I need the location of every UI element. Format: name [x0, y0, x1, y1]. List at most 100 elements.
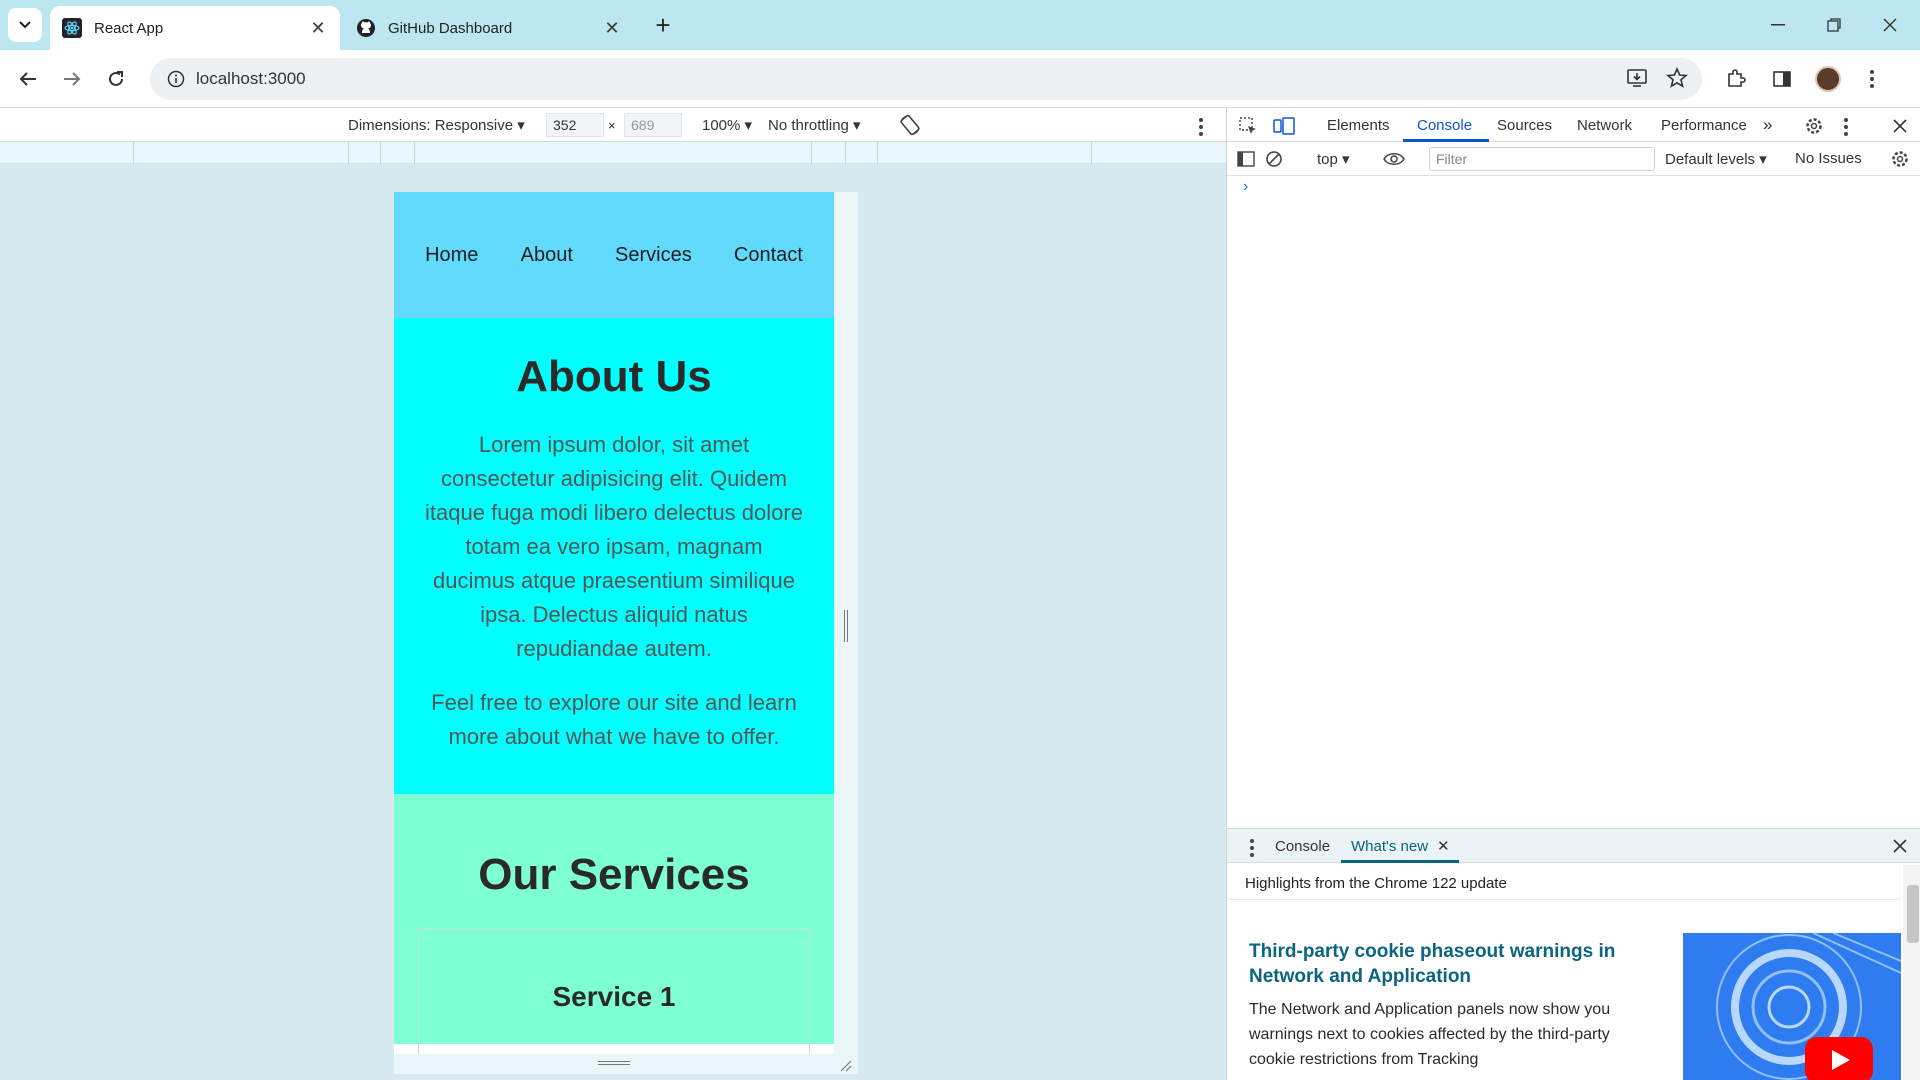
more-tabs-icon[interactable]: » [1763, 115, 1772, 135]
tab-search-button[interactable] [8, 8, 42, 42]
zoom-label: 100% [702, 117, 741, 134]
console-prompt[interactable]: › [1243, 178, 1248, 196]
browser-toolbar: localhost:3000 [0, 50, 1920, 108]
services-section: Our Services Service 1 [394, 794, 834, 1054]
extensions-icon[interactable] [1720, 63, 1752, 95]
rotate-icon[interactable] [898, 113, 922, 141]
close-tab-icon[interactable]: ✕ [602, 18, 622, 38]
nav-link-about[interactable]: About [521, 244, 573, 267]
viewport-height-resize-handle[interactable] [394, 1054, 858, 1074]
settings-gear-icon[interactable] [1803, 115, 1825, 137]
throttling-dropdown[interactable]: No throttling ▾ [768, 116, 861, 134]
dropdown-arrow-icon: ▾ [1342, 151, 1350, 168]
tab-elements[interactable]: Elements [1327, 117, 1390, 134]
profile-avatar[interactable] [1812, 63, 1844, 95]
drawer-tab-console[interactable]: Console [1275, 838, 1330, 855]
devtools-tab-bar: Elements Console Sources Network Perform… [1227, 108, 1920, 142]
tab-react-app[interactable]: React App ✕ [50, 6, 340, 50]
dimensions-label: Dimensions: Responsive [348, 117, 514, 134]
nav-link-services[interactable]: Services [615, 244, 692, 267]
services-heading: Our Services [478, 850, 750, 899]
browser-menu-icon[interactable] [1856, 63, 1888, 95]
devtools-menu-icon[interactable] [1841, 118, 1851, 136]
console-filter-input[interactable]: Filter [1429, 147, 1655, 171]
site-navbar: Home About Services Contact [394, 192, 834, 318]
about-paragraph: Lorem ipsum dolor, sit amet consectetur … [425, 432, 803, 661]
dimensions-dropdown[interactable]: Dimensions: Responsive ▾ [348, 116, 525, 134]
about-paragraph-secondary: Feel free to explore our site and learn … [431, 690, 797, 749]
devtools-panel: Elements Console Sources Network Perform… [1226, 108, 1920, 1080]
tab-title: GitHub Dashboard [388, 19, 513, 37]
media-query-bar[interactable] [0, 142, 1226, 164]
close-window-icon[interactable] [1862, 0, 1918, 50]
news-headline[interactable]: Third-party cookie phaseout warnings in … [1249, 939, 1639, 989]
tab-sources[interactable]: Sources [1497, 117, 1552, 134]
width-input[interactable]: 352 [546, 113, 604, 137]
tab-console[interactable]: Console [1417, 117, 1472, 134]
throttling-label: No throttling [768, 117, 849, 134]
install-app-icon[interactable] [1626, 67, 1648, 94]
dropdown-arrow-icon: ▾ [853, 117, 861, 134]
device-toolbar-menu-icon[interactable] [1196, 118, 1206, 136]
tab-performance[interactable]: Performance [1661, 117, 1747, 134]
youtube-play-icon[interactable] [1805, 1037, 1873, 1080]
drawer-tab-bar: Console What's new ✕ [1227, 829, 1920, 863]
service-card-title: Service 1 [552, 981, 676, 1012]
emulation-pane: Dimensions: Responsive ▾ 352 × 689 100% … [0, 108, 1226, 1080]
height-input[interactable]: 689 [624, 113, 682, 137]
close-drawer-icon[interactable] [1889, 835, 1911, 857]
log-levels-dropdown[interactable]: Default levels ▾ [1665, 150, 1767, 168]
log-levels-label: Default levels [1665, 151, 1756, 168]
devtools-drawer: Console What's new ✕ Highlights from the… [1227, 828, 1920, 1080]
viewport-width-resize-handle[interactable] [834, 192, 858, 1054]
site-info-icon[interactable] [156, 70, 196, 88]
about-heading: About Us [516, 352, 712, 401]
about-section: About Us Lorem ipsum dolor, sit amet con… [394, 318, 834, 794]
drawer-menu-icon[interactable] [1247, 839, 1257, 857]
console-toolbar: top ▾ Filter Default levels ▾ No Issues [1227, 142, 1920, 176]
bookmark-star-icon[interactable] [1666, 66, 1688, 94]
tab-github-dashboard[interactable]: GitHub Dashboard ✕ [344, 6, 634, 50]
context-label: top [1317, 151, 1338, 168]
sidebar-toggle-icon[interactable] [1235, 148, 1257, 170]
scrollbar-thumb[interactable] [1907, 885, 1919, 943]
address-text[interactable]: localhost:3000 [196, 69, 306, 89]
close-devtools-icon[interactable] [1889, 115, 1911, 137]
tab-network[interactable]: Network [1577, 117, 1632, 134]
console-settings-gear-icon[interactable] [1889, 148, 1911, 170]
tab-title: React App [94, 19, 164, 37]
dropdown-arrow-icon: ▾ [1759, 151, 1767, 168]
news-video-thumbnail[interactable] [1683, 933, 1901, 1080]
service-card: Service 1 [418, 928, 810, 1054]
dimension-separator: × [608, 118, 616, 133]
title-bar: React App ✕ GitHub Dashboard ✕ + [0, 0, 1920, 50]
device-toolbar-toggle-icon[interactable] [1273, 115, 1295, 137]
zoom-dropdown[interactable]: 100% ▾ [702, 116, 752, 134]
forward-icon[interactable] [56, 63, 88, 95]
side-panel-icon[interactable] [1766, 63, 1798, 95]
live-expression-eye-icon[interactable] [1383, 148, 1405, 170]
drawer-tab-whats-new[interactable]: What's new [1351, 838, 1428, 855]
issues-counter[interactable]: No Issues [1795, 150, 1862, 167]
drawer-active-tab-indicator [1341, 860, 1459, 863]
address-bar[interactable]: localhost:3000 [150, 58, 1702, 100]
restore-icon[interactable] [1806, 0, 1862, 50]
react-icon [62, 18, 82, 38]
emulated-viewport: Home About Services Contact About Us Lor… [394, 192, 834, 1054]
inspect-element-icon[interactable] [1237, 115, 1259, 137]
new-tab-button[interactable]: + [648, 10, 678, 40]
device-toolbar: Dimensions: Responsive ▾ 352 × 689 100% … [0, 108, 1226, 142]
close-whats-new-icon[interactable]: ✕ [1437, 837, 1450, 855]
reload-icon[interactable] [100, 63, 132, 95]
close-tab-icon[interactable]: ✕ [308, 18, 328, 38]
nav-link-contact[interactable]: Contact [734, 244, 803, 267]
dropdown-arrow-icon: ▾ [744, 117, 753, 134]
whats-new-subtitle: Highlights from the Chrome 122 update [1245, 875, 1507, 892]
minimize-icon[interactable] [1750, 0, 1806, 50]
nav-link-home[interactable]: Home [425, 244, 478, 267]
drawer-scrollbar[interactable] [1903, 865, 1920, 1080]
corner-resize-icon[interactable] [838, 1058, 852, 1072]
context-dropdown[interactable]: top ▾ [1317, 150, 1350, 168]
clear-console-icon[interactable] [1263, 148, 1285, 170]
back-icon[interactable] [12, 63, 44, 95]
